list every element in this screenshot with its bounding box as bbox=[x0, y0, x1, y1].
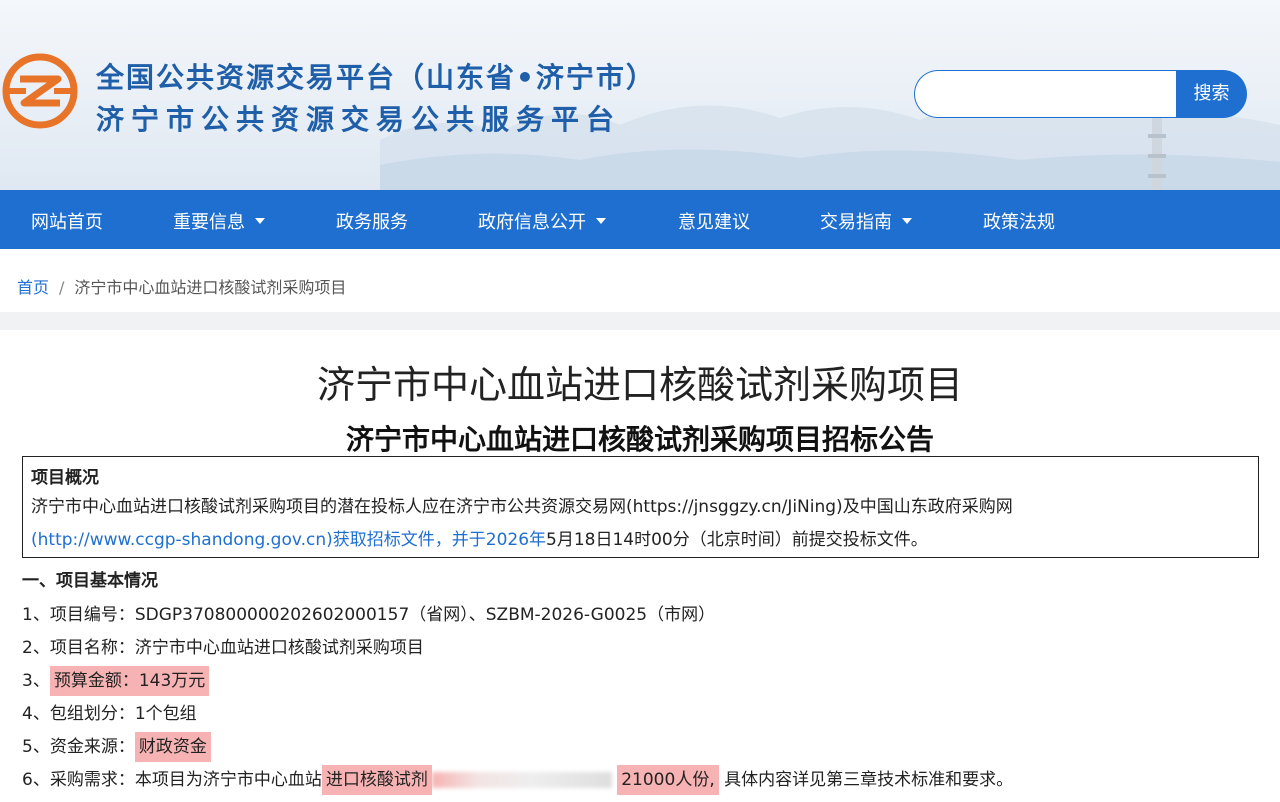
nav-item-important-info[interactable]: 重要信息 bbox=[173, 208, 265, 234]
jining-resource-logo-icon bbox=[2, 53, 78, 129]
breadcrumb-bar: 首页 / 济宁市中心血站进口核酸试剂采购项目 bbox=[0, 258, 1280, 330]
nav-label: 政务服务 bbox=[336, 212, 408, 233]
requirement-highlight: 进口核酸试剂 bbox=[321, 765, 432, 795]
announcement-title: 济宁市中心血站进口核酸试剂采购项目招标公告 bbox=[345, 423, 934, 456]
budget-line: 3、 预算金额：143万元 bbox=[22, 666, 210, 696]
project-number-line: 1、项目编号：SDGP370800000202602000157（省网）、SZB… bbox=[22, 605, 716, 625]
project-name-line: 2、项目名称：济宁市中心血站进口核酸试剂采购项目 bbox=[22, 638, 424, 658]
package-line: 4、包组划分：1个包组 bbox=[22, 704, 197, 724]
overview-text-part3: 5月18日14时00分（北京时间）前提交投标文件。 bbox=[546, 530, 928, 550]
page-title: 济宁市中心血站进口核酸试剂采购项目 bbox=[316, 363, 963, 407]
section-heading: 一、项目基本情况 bbox=[22, 571, 158, 591]
main-nav: 网站首页 重要信息 政务服务 政府信息公开 意见建议 交易指南 政策法规 bbox=[0, 190, 1280, 249]
nav-label: 政策法规 bbox=[983, 212, 1055, 233]
quantity-highlight: 21000人份, bbox=[617, 765, 719, 795]
funding-line: 5、资金来源： 财政资金 bbox=[22, 732, 211, 762]
breadcrumb-current: 济宁市中心血站进口核酸试剂采购项目 bbox=[74, 278, 347, 297]
line-suffix: 具体内容详见第三章技术标准和要求。 bbox=[724, 770, 1014, 790]
caret-down-icon bbox=[255, 218, 265, 224]
site-header: 全国公共资源交易平台（山东省•济宁市） 济宁市公共资源交易公共服务平台 搜索 bbox=[0, 0, 1280, 190]
line-prefix: 5、资金来源： bbox=[22, 737, 135, 757]
requirement-line: 6、采购需求：本项目为济宁市中心血站 进口核酸试剂 21000人份, 具体内容详见… bbox=[22, 765, 1014, 795]
overview-text: 济宁市中心血站进口核酸试剂采购项目的潜在投标人应在济宁市公共资源交易网(http… bbox=[31, 491, 1250, 557]
funding-highlight: 财政资金 bbox=[134, 732, 211, 762]
nav-item-government-services[interactable]: 政务服务 bbox=[336, 208, 408, 234]
breadcrumb-home-link[interactable]: 首页 bbox=[17, 278, 49, 297]
overview-heading: 项目概况 bbox=[31, 468, 99, 488]
search-button[interactable]: 搜索 bbox=[1176, 70, 1247, 118]
nav-label: 政府信息公开 bbox=[478, 212, 586, 233]
redacted-blur bbox=[431, 772, 612, 788]
nav-item-policies[interactable]: 政策法规 bbox=[983, 208, 1055, 234]
budget-highlight: 预算金额：143万元 bbox=[49, 666, 210, 696]
line-prefix: 6、采购需求：本项目为济宁市中心血站 bbox=[22, 770, 322, 790]
nav-item-home[interactable]: 网站首页 bbox=[31, 208, 103, 234]
nav-label: 重要信息 bbox=[173, 212, 245, 233]
nav-item-suggestions[interactable]: 意见建议 bbox=[678, 208, 750, 234]
caret-down-icon bbox=[596, 218, 606, 224]
search-input[interactable] bbox=[914, 70, 1176, 118]
nav-item-trading-guide[interactable]: 交易指南 bbox=[820, 208, 912, 234]
overview-text-part1: 济宁市中心血站进口核酸试剂采购项目的潜在投标人应在济宁市公共资源交易网(http… bbox=[31, 497, 1013, 517]
line-prefix: 3、 bbox=[22, 671, 50, 691]
nav-label: 意见建议 bbox=[678, 212, 750, 233]
nav-label: 交易指南 bbox=[820, 212, 892, 233]
breadcrumb-separator: / bbox=[59, 278, 65, 297]
platform-subtitle: 济宁市公共资源交易公共服务平台 bbox=[96, 103, 622, 136]
nav-label: 网站首页 bbox=[31, 212, 103, 233]
caret-down-icon bbox=[902, 218, 912, 224]
nav-item-gov-info-disclosure[interactable]: 政府信息公开 bbox=[478, 208, 606, 234]
breadcrumb: 首页 / 济宁市中心血站进口核酸试剂采购项目 bbox=[17, 274, 346, 298]
platform-title: 全国公共资源交易平台（山东省•济宁市） bbox=[96, 61, 656, 94]
overview-link-text[interactable]: (http://www.ccgp-shandong.gov.cn)获取招标文件，… bbox=[31, 530, 546, 550]
project-overview-box: 项目概况 济宁市中心血站进口核酸试剂采购项目的潜在投标人应在济宁市公共资源交易网… bbox=[22, 456, 1259, 558]
